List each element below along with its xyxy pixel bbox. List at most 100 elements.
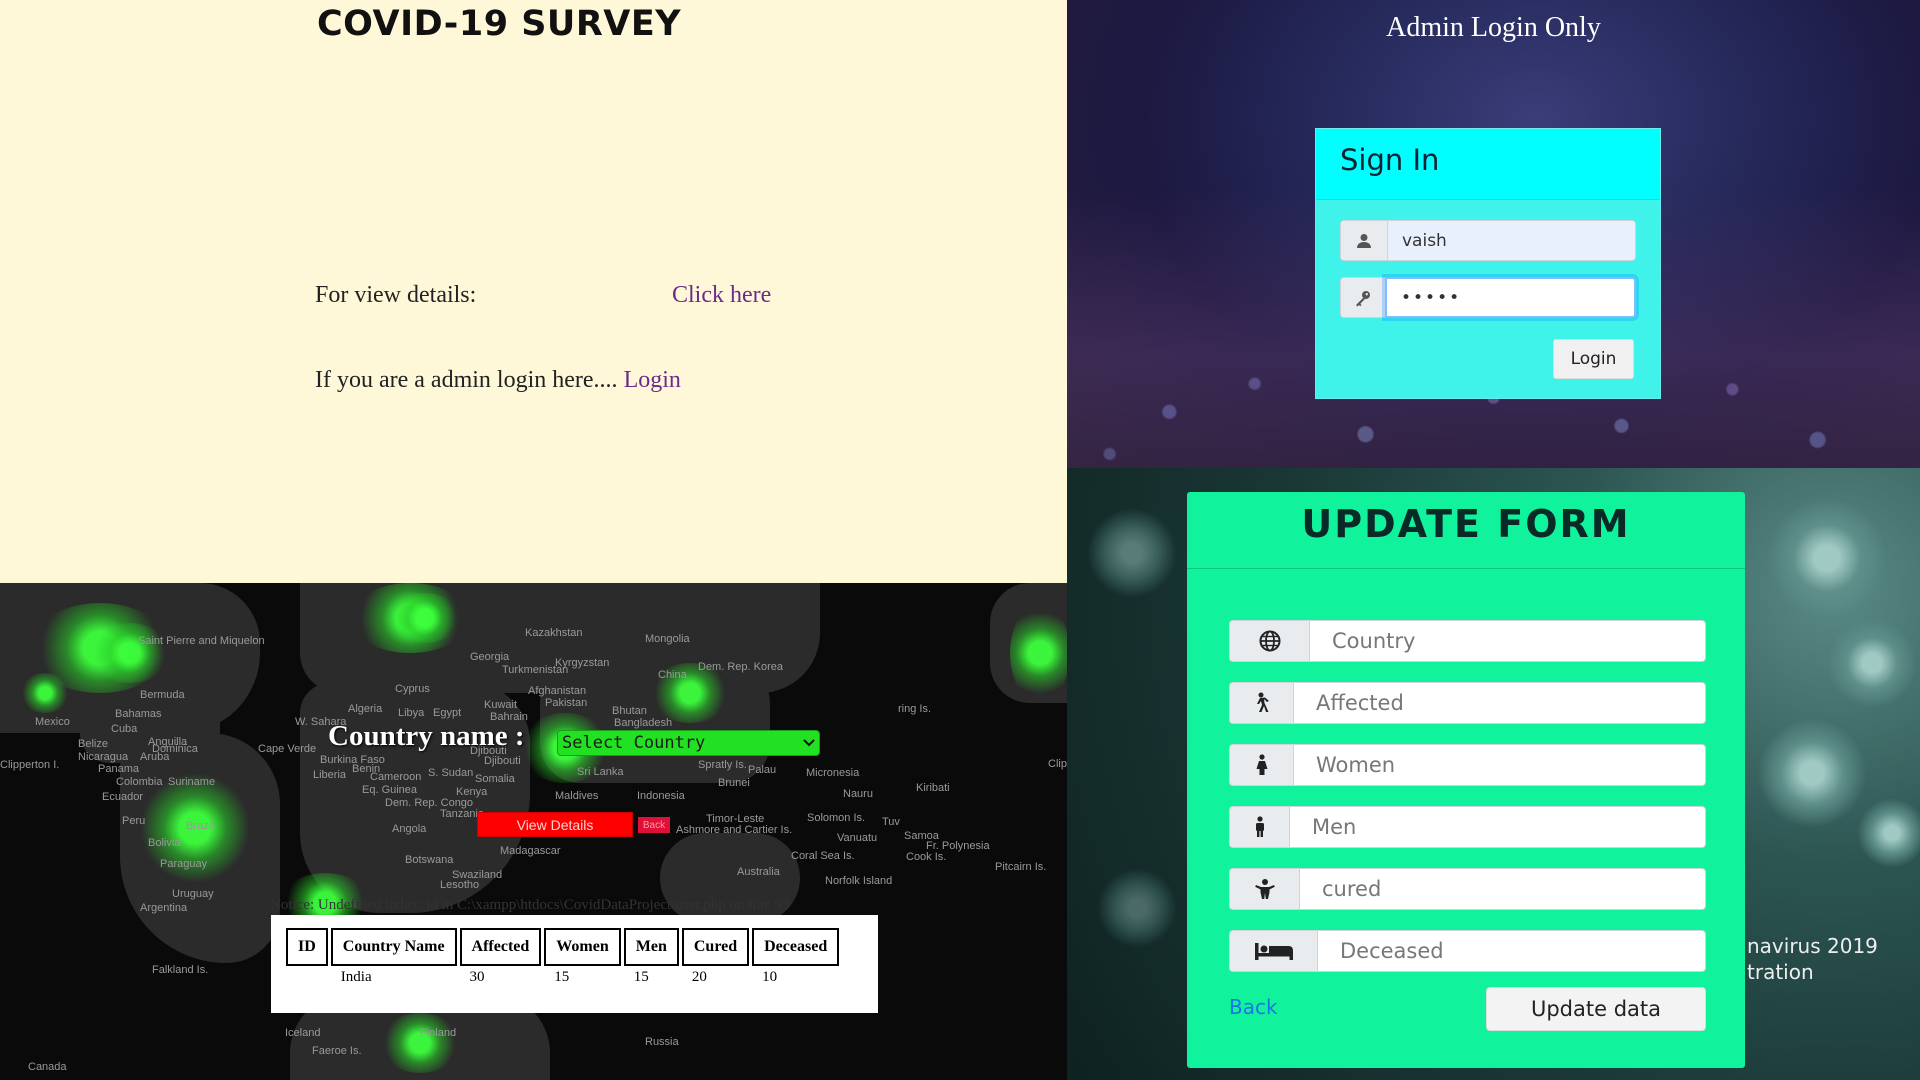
col-header: Country Name bbox=[330, 928, 457, 966]
male-icon bbox=[1229, 806, 1289, 848]
username-group bbox=[1340, 220, 1636, 261]
map-label: Mongolia bbox=[645, 633, 690, 645]
map-label: Coral Sea Is. bbox=[791, 850, 855, 862]
women-input[interactable] bbox=[1293, 744, 1706, 786]
deceased-input[interactable] bbox=[1317, 930, 1706, 972]
map-label: Bermuda bbox=[140, 689, 185, 701]
map-label: Vanuatu bbox=[837, 832, 878, 844]
map-label: Kuwait bbox=[484, 699, 518, 711]
login-button[interactable]: Login bbox=[1553, 339, 1634, 379]
map-label: Argentina bbox=[140, 902, 188, 914]
map-label: Paraguay bbox=[160, 858, 208, 870]
caption-line: navirus 2019 bbox=[1747, 934, 1878, 958]
admin-login-line: If you are a admin login here.... Login bbox=[315, 367, 681, 394]
country-table-wrap: ID Country Name Affected Women Men Cured… bbox=[271, 915, 878, 1013]
map-label: Belize bbox=[78, 738, 108, 750]
col-header: Men bbox=[623, 928, 679, 966]
map-label: Australia bbox=[737, 866, 780, 878]
map-label: Egypt bbox=[433, 707, 462, 719]
map-label: Palau bbox=[748, 764, 777, 776]
country-table: ID Country Name Affected Women Men Cured… bbox=[283, 925, 842, 989]
survey-panel: COVID-19 SURVEY For view details: Click … bbox=[0, 0, 1067, 583]
country-select-value: Select Country bbox=[562, 733, 706, 753]
map-label: Dem. Rep. Korea bbox=[698, 661, 783, 673]
map-label: Cook Is. bbox=[906, 851, 947, 863]
map-label: Cyprus bbox=[395, 683, 430, 695]
admin-login-heading: Admin Login Only bbox=[1386, 12, 1601, 43]
map-label: Eq. Guinea bbox=[362, 784, 418, 796]
map-label: Nauru bbox=[843, 788, 873, 800]
child-icon bbox=[1229, 868, 1299, 910]
back-link[interactable]: Back bbox=[1229, 995, 1278, 1019]
map-label: Clipperton I. bbox=[0, 759, 60, 771]
female-icon bbox=[1229, 744, 1293, 786]
map-label: Falkland Is. bbox=[152, 964, 209, 976]
map-label: ring Is. bbox=[898, 703, 932, 715]
table-cell: 20 bbox=[691, 969, 707, 985]
map-label: Iceland bbox=[285, 1027, 321, 1039]
map-label: Pitcairn Is. bbox=[995, 861, 1047, 873]
background-caption: navirus 2019 tration bbox=[1747, 933, 1878, 985]
survey-title: COVID-19 SURVEY bbox=[317, 4, 682, 44]
map-label: Madagascar bbox=[500, 845, 561, 857]
men-input[interactable] bbox=[1289, 806, 1706, 848]
map-label: Ashmore and Cartier Is. bbox=[676, 824, 793, 836]
table-cell: 30 bbox=[469, 969, 485, 985]
table-cell: 10 bbox=[762, 969, 778, 985]
map-label: Aruba bbox=[140, 751, 170, 763]
col-header: Affected bbox=[459, 928, 542, 966]
update-form: UPDATE FORM Country Affected Women Men c… bbox=[1187, 492, 1745, 1068]
affected-input[interactable] bbox=[1293, 682, 1706, 724]
admin-login-panel: Admin Login Only Sign In Login bbox=[1067, 0, 1920, 468]
sign-in-card: Sign In Login bbox=[1315, 128, 1661, 399]
hotspot bbox=[380, 1013, 460, 1073]
map-label: Bahamas bbox=[115, 708, 162, 720]
cured-input[interactable] bbox=[1299, 868, 1706, 910]
admin-login-link[interactable]: Login bbox=[624, 367, 681, 393]
map-label: Brunei bbox=[718, 777, 750, 789]
virus-particle bbox=[1757, 718, 1867, 828]
map-label: Maldives bbox=[555, 790, 599, 802]
hotspot bbox=[1010, 603, 1067, 703]
map-label: Nicaragua bbox=[78, 751, 129, 763]
affected-field-group bbox=[1229, 682, 1706, 724]
men-field-group bbox=[1229, 806, 1706, 848]
map-label: Mexico bbox=[35, 716, 70, 728]
map-label: Lesotho bbox=[440, 879, 480, 891]
map-label: Saint Pierre and Miquelon bbox=[138, 635, 265, 647]
map-label: Peru bbox=[122, 815, 146, 827]
virus-particle bbox=[1767, 498, 1887, 618]
virus-particle bbox=[1087, 508, 1177, 598]
map-label: Georgia bbox=[470, 651, 510, 663]
virus-particle bbox=[1857, 798, 1920, 868]
key-icon bbox=[1340, 277, 1385, 318]
table-row: India 30 15 15 20 10 bbox=[286, 969, 839, 986]
country-input[interactable] bbox=[1309, 620, 1706, 662]
update-data-button[interactable]: Update data bbox=[1486, 987, 1706, 1031]
map-label: Cuba bbox=[111, 723, 138, 735]
map-label: Afghanistan bbox=[528, 685, 587, 697]
view-details-button[interactable]: View Details bbox=[477, 812, 633, 837]
back-button[interactable]: Back bbox=[638, 817, 670, 833]
map-label: Pakistan bbox=[545, 697, 588, 709]
caption-line: tration bbox=[1747, 960, 1814, 984]
country-select[interactable]: Select Country bbox=[557, 730, 820, 756]
username-input[interactable] bbox=[1387, 220, 1636, 261]
map-label: Sri Lanka bbox=[577, 766, 624, 778]
women-field-group bbox=[1229, 744, 1706, 786]
user-icon bbox=[1340, 220, 1387, 261]
deceased-field-group bbox=[1229, 930, 1706, 972]
map-label: Russia bbox=[645, 1036, 679, 1048]
sign-in-title: Sign In bbox=[1316, 129, 1660, 200]
map-label: Bhutan bbox=[612, 705, 647, 717]
virus-particle bbox=[1097, 868, 1177, 948]
map-label: Spratly Is. bbox=[698, 759, 747, 771]
map-label: Cameroon bbox=[370, 771, 422, 783]
col-header: Cured bbox=[681, 928, 750, 966]
password-input[interactable] bbox=[1385, 277, 1636, 318]
map-label: Norfolk Island bbox=[825, 875, 893, 887]
map-label: Faeroe Is. bbox=[312, 1045, 362, 1057]
table-cell: India bbox=[340, 969, 372, 985]
click-here-link[interactable]: Click here bbox=[672, 282, 771, 309]
map-label: Cape Verde bbox=[258, 743, 317, 755]
